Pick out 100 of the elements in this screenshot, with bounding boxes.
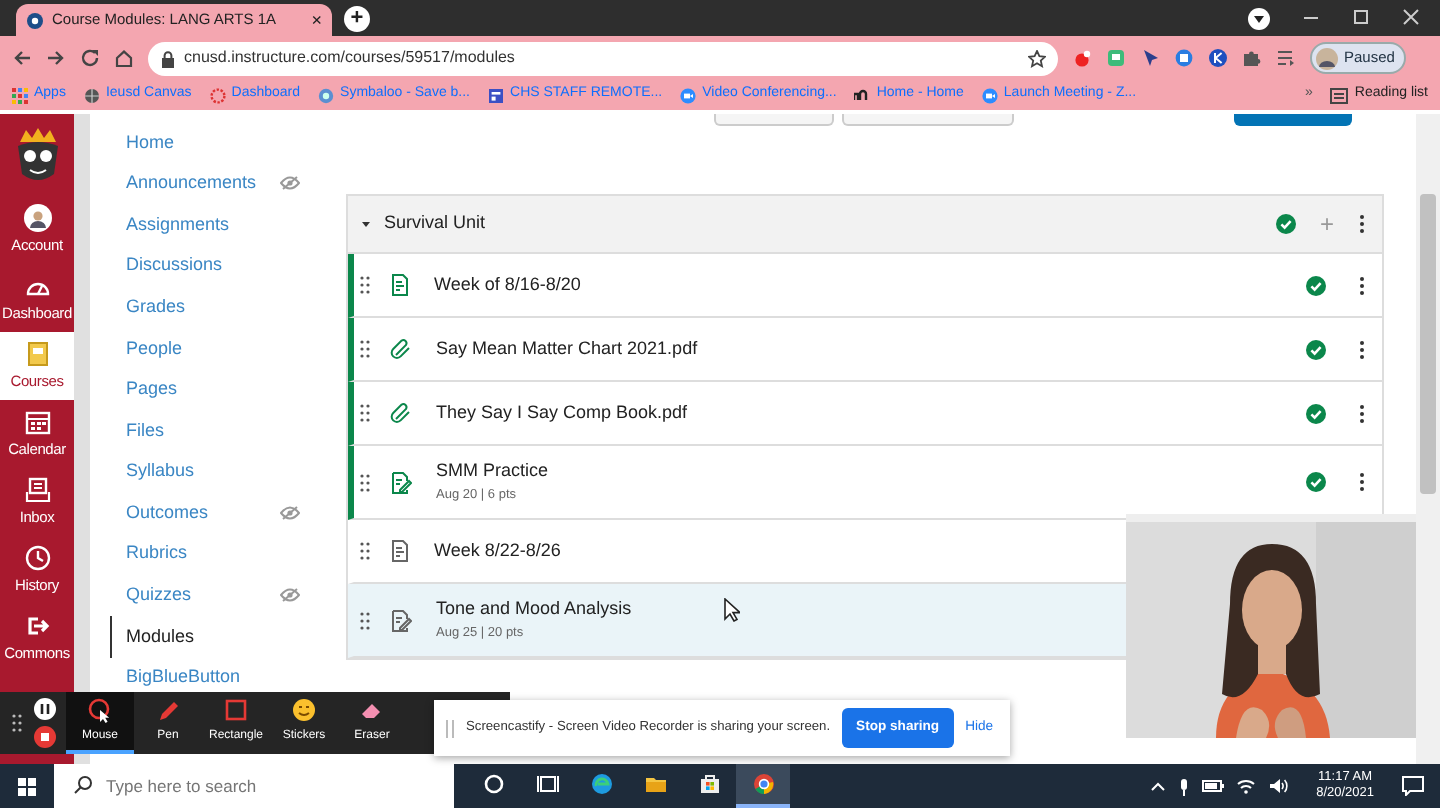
- puzzle-icon[interactable]: [1242, 48, 1262, 68]
- course-nav-link[interactable]: Assignments: [110, 204, 340, 246]
- published-check-icon[interactable]: [1306, 472, 1326, 492]
- pen-icon: [156, 697, 180, 723]
- shopping-bag-icon[interactable]: [697, 772, 721, 796]
- document-icon: [390, 540, 410, 562]
- extension-icon[interactable]: [1174, 48, 1194, 68]
- search-field[interactable]: Type here to search: [54, 764, 454, 808]
- course-nav-link[interactable]: Grades: [110, 286, 340, 328]
- circle-icon[interactable]: [481, 772, 505, 796]
- chrome-browser-icon[interactable]: [751, 772, 775, 796]
- search-icon: [74, 776, 92, 794]
- kebab-menu-icon[interactable]: [1358, 472, 1366, 492]
- new-tab-button[interactable]: +: [344, 5, 370, 31]
- course-nav-link[interactable]: Discussions: [110, 245, 340, 287]
- item-title: Tone and Mood Analysis: [436, 596, 632, 623]
- published-check-icon[interactable]: [1306, 275, 1326, 295]
- wifi-icon[interactable]: [1236, 778, 1257, 794]
- url-text: cnusd.instructure.com/courses/59517/modules: [184, 46, 517, 70]
- kebab-menu-icon[interactable]: [1358, 339, 1366, 359]
- forward-icon[interactable]: [46, 48, 66, 68]
- edge-browser-icon[interactable]: [589, 772, 613, 796]
- course-nav-link[interactable]: Pages: [110, 369, 340, 411]
- course-nav-link[interactable]: Modules: [110, 616, 340, 658]
- drag-handle-icon[interactable]: [360, 473, 370, 491]
- battery-icon[interactable]: [1202, 780, 1225, 792]
- drag-handle-icon[interactable]: [360, 542, 370, 560]
- item-title: Say Mean Matter Chart 2021.pdf: [436, 335, 698, 362]
- exit-arrow-icon: [23, 611, 51, 640]
- document-pencil-icon: [390, 471, 412, 493]
- drag-handle-icon[interactable]: [12, 714, 22, 732]
- module-item[interactable]: Say Mean Matter Chart 2021.pdf: [348, 318, 1382, 382]
- avatar-icon: [23, 203, 51, 232]
- item-title: Week of 8/16-8/20: [434, 271, 581, 298]
- drag-handle-icon[interactable]: [360, 340, 370, 358]
- media-queue-icon[interactable]: [1276, 48, 1296, 68]
- media-control-icon[interactable]: [1248, 7, 1270, 29]
- lock-icon: [160, 49, 176, 67]
- folder-icon[interactable]: [643, 772, 667, 796]
- maximize-icon[interactable]: [1352, 7, 1370, 25]
- mouse-cursor-icon: [724, 598, 740, 622]
- inbox-icon: [23, 475, 51, 504]
- pause-icon[interactable]: [34, 698, 56, 720]
- expand-caret-icon[interactable]: [360, 218, 372, 230]
- rectangle-icon: [224, 697, 248, 723]
- course-nav-link[interactable]: People: [110, 327, 340, 370]
- paperclip-icon: [390, 402, 412, 424]
- stop-icon[interactable]: [34, 726, 56, 748]
- drag-handle-icon[interactable]: [446, 719, 454, 737]
- close-tab-button[interactable]: ×: [311, 11, 322, 29]
- volume-icon[interactable]: [1268, 778, 1289, 794]
- smiley-icon: [292, 697, 316, 723]
- calendar-icon: [23, 407, 51, 436]
- back-icon[interactable]: [12, 48, 32, 68]
- notification-icon[interactable]: [1402, 776, 1424, 796]
- reload-icon[interactable]: [80, 48, 100, 68]
- drag-handle-icon[interactable]: [360, 276, 370, 294]
- apps-grid-icon: [12, 87, 28, 103]
- module-item[interactable]: Week of 8/16-8/20: [348, 254, 1382, 318]
- module-header[interactable]: Survival Unit +: [348, 196, 1382, 254]
- home-icon[interactable]: [114, 48, 134, 68]
- kebab-menu-icon[interactable]: [1358, 275, 1366, 295]
- module-item[interactable]: They Say I Say Comp Book.pdf: [348, 382, 1382, 446]
- record-extension-icon[interactable]: [1072, 48, 1092, 68]
- extension-icon[interactable]: [1208, 48, 1228, 68]
- video-camera-icon: [981, 87, 998, 103]
- reading-list-icon: [1330, 87, 1349, 103]
- course-nav-link[interactable]: Syllabus: [110, 451, 340, 493]
- windows-start-icon[interactable]: [18, 777, 36, 795]
- task-view-icon[interactable]: [535, 772, 559, 796]
- drag-handle-icon[interactable]: [360, 611, 370, 629]
- course-nav-link[interactable]: Quizzes: [110, 575, 340, 617]
- close-icon[interactable]: [1402, 7, 1420, 25]
- course-nav-link[interactable]: Announcements: [110, 163, 340, 205]
- cursor-circle-icon: [88, 697, 112, 723]
- book-icon: [23, 339, 51, 368]
- chevron-up-icon[interactable]: [1150, 780, 1167, 792]
- item-title: SMM Practice: [436, 458, 549, 485]
- kebab-menu-icon[interactable]: [1358, 403, 1366, 423]
- microphone-icon[interactable]: [1178, 777, 1191, 795]
- course-nav-link[interactable]: Home: [110, 122, 340, 164]
- page-logo-icon: [488, 87, 505, 103]
- course-nav-link[interactable]: Files: [110, 410, 340, 452]
- bookmark-star-icon[interactable]: [1028, 49, 1046, 67]
- address-bar[interactable]: cnusd.instructure.com/courses/59517/modules: [148, 41, 1058, 75]
- course-nav-link[interactable]: Outcomes: [110, 492, 340, 534]
- globe-icon: [83, 87, 100, 103]
- item-title: Week 8/22-8/26: [434, 537, 561, 564]
- avatar-icon: [1316, 47, 1338, 69]
- course-nav-link[interactable]: Rubrics: [110, 533, 340, 576]
- drag-handle-icon[interactable]: [360, 404, 370, 422]
- published-check-icon[interactable]: [1306, 339, 1326, 359]
- published-check-icon[interactable]: [1306, 403, 1326, 423]
- logo-icon: [854, 87, 871, 103]
- document-pencil-icon: [390, 609, 412, 631]
- kebab-menu-icon[interactable]: [1358, 214, 1366, 234]
- cursor-extension-icon[interactable]: [1140, 48, 1160, 68]
- published-check-icon[interactable]: [1275, 214, 1296, 234]
- scrollbar[interactable]: [1416, 114, 1440, 764]
- canvas-logo-icon: [26, 11, 44, 29]
